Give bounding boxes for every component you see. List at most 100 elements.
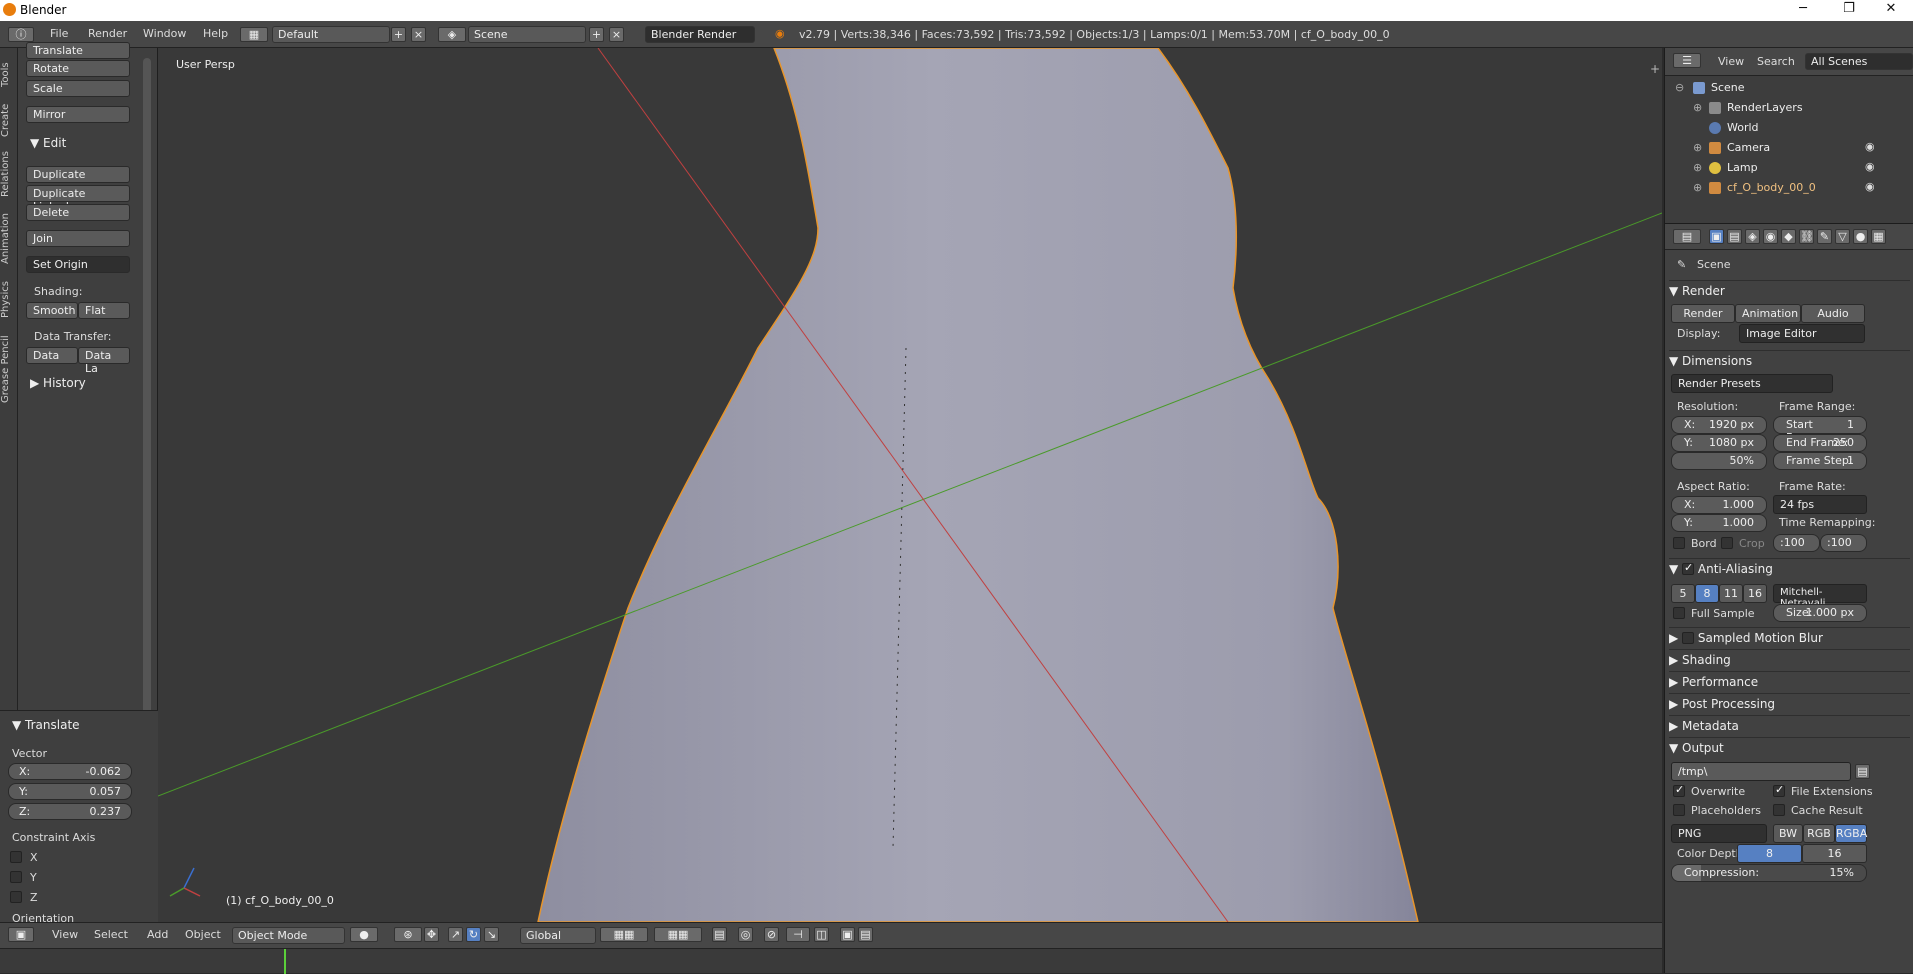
viewport-canvas[interactable] [158,48,1662,922]
display-select[interactable]: Image Editor [1739,324,1865,343]
texture-tab-icon[interactable]: ▦ [1871,229,1886,244]
minimize-button[interactable]: ─ [1780,1,1826,20]
add-region-icon[interactable]: + [1650,62,1660,76]
crop-checkbox[interactable] [1721,537,1733,549]
frame-step-field[interactable]: Frame Step: 1 [1773,452,1867,470]
motion-blur-panel-header[interactable]: ▶ Sampled Motion Blur [1669,627,1910,648]
material-tab-icon[interactable]: ● [1853,229,1868,244]
motion-blur-checkbox[interactable] [1682,632,1695,644]
remove-scene-icon[interactable]: × [609,27,624,42]
maximize-button[interactable]: ❐ [1826,1,1872,20]
frame-rate-select[interactable]: 24 fps [1773,495,1867,514]
rotate-manipulator-icon[interactable]: ↻ [466,927,481,942]
time-remap-new-field[interactable]: :100 [1820,534,1867,552]
overwrite-checkbox[interactable] [1673,783,1685,797]
post-processing-panel-header[interactable]: ▶ Post Processing [1669,693,1910,714]
vector-z-field[interactable]: Z: 0.237 [8,803,132,820]
outliner-row-camera[interactable]: ⊕ Camera ◉ [1665,139,1913,158]
delete-button[interactable]: Delete [26,204,130,221]
output-path-field[interactable]: /tmp\ [1671,762,1851,781]
render-still-icon[interactable]: ▣ [840,927,855,942]
aa-11-button[interactable]: 11 [1719,584,1743,603]
pivot-point-icon[interactable]: ⊛ [394,927,422,942]
outliner-display-select[interactable]: All Scenes [1805,53,1913,70]
vector-x-field[interactable]: X: -0.062 [8,763,132,780]
outliner-row-renderlayers[interactable]: ⊕ RenderLayers [1665,99,1913,118]
constraint-y-checkbox[interactable] [10,871,22,883]
shading-panel-header[interactable]: ▶ Shading [1669,649,1910,670]
metadata-panel-header[interactable]: ▶ Metadata [1669,715,1910,736]
layers-a-icon[interactable]: ▦▦ [600,927,648,942]
render-engine-select[interactable]: Blender Render [645,26,755,43]
properties-editor-type-icon[interactable]: ▤ [1673,229,1701,244]
browse-folder-icon[interactable]: ▤ [1855,764,1870,779]
aa-filter-select[interactable]: Mitchell-Netravali [1773,584,1867,609]
3d-viewport[interactable]: User Persp (1) cf_O_body_00_0 + [158,48,1662,922]
remove-layout-icon[interactable]: × [411,27,426,42]
menu-file[interactable]: File [50,27,68,40]
operator-header[interactable]: ▼ Translate [12,718,80,732]
snap-element-icon[interactable]: ⊣ [786,927,810,942]
lock-layers-icon[interactable]: ▤ [712,927,727,942]
snap-target-icon[interactable]: ◫ [814,927,829,942]
data-layout-button[interactable]: Data La [78,347,130,375]
flat-button[interactable]: Flat [78,302,130,319]
tab-tools[interactable]: Tools [0,54,18,96]
transform-orientation-select[interactable]: Global [520,927,596,944]
history-panel-header[interactable]: ▶ History [30,376,86,390]
duplicate-button[interactable]: Duplicate [26,166,130,183]
outliner-row-body[interactable]: ⊕ cf_O_body_00_0 ◉ [1665,179,1913,198]
aspect-y-field[interactable]: Y: 1.000 [1671,514,1767,532]
join-button[interactable]: Join [26,230,130,247]
menu-select[interactable]: Select [94,928,128,941]
color-depth-8-button[interactable]: 8 [1737,844,1802,863]
edit-panel-header[interactable]: ▼ Edit [30,136,66,150]
smooth-button[interactable]: Smooth [26,302,78,319]
outliner-row-world[interactable]: World [1665,119,1913,138]
anti-aliasing-panel-header[interactable]: ▼ Anti-Aliasing [1669,558,1910,579]
render-layers-tab-icon[interactable]: ▤ [1727,229,1742,244]
aa-5-button[interactable]: 5 [1671,584,1695,603]
bw-button[interactable]: BW [1773,824,1803,843]
audio-button[interactable]: Audio [1801,304,1865,323]
cache-result-checkbox[interactable] [1773,804,1785,816]
color-depth-16-button[interactable]: 16 [1802,844,1867,863]
scene-field[interactable]: Scene [468,26,586,43]
object-tab-icon[interactable]: ◆ [1781,229,1796,244]
tab-create[interactable]: Create [0,100,18,140]
aa-16-button[interactable]: 16 [1743,584,1767,603]
menu-render[interactable]: Render [88,27,127,40]
placeholders-checkbox[interactable] [1673,804,1685,816]
timeline[interactable] [0,948,1662,974]
scale-manipulator-icon[interactable]: ↘ [484,927,499,942]
data-tab-icon[interactable]: ▽ [1835,229,1850,244]
rgba-button[interactable]: RGBA [1835,824,1867,843]
animation-button[interactable]: Animation [1735,304,1801,323]
outliner-row-lamp[interactable]: ⊕ Lamp ◉ [1665,159,1913,178]
rotate-button[interactable]: Rotate [26,60,130,77]
compression-slider[interactable]: Compression: 15% [1671,864,1867,882]
menu-add[interactable]: Add [147,928,168,941]
outliner-view-menu[interactable]: View [1718,55,1744,68]
proportional-edit-icon[interactable]: ◎ [738,927,753,942]
mirror-button[interactable]: Mirror [26,106,130,123]
editor-type-icon[interactable]: ⓘ [8,27,34,42]
layout-icon[interactable]: ▦ [240,27,268,42]
snap-toggle-icon[interactable]: ⊘ [764,927,779,942]
render-button[interactable]: Render [1671,304,1735,323]
start-frame-field[interactable]: Start Frame:1 [1773,416,1867,444]
outliner-editor-type-icon[interactable]: ☰ [1673,53,1701,68]
border-checkbox[interactable] [1673,537,1685,549]
pin-icon[interactable]: ✎ [1677,258,1686,271]
filter-size-field[interactable]: Size: 1.000 px [1773,604,1867,622]
modifiers-tab-icon[interactable]: ✎ [1817,229,1832,244]
dimensions-panel-header[interactable]: ▼ Dimensions [1669,350,1910,371]
constraints-tab-icon[interactable]: ⛓ [1799,229,1814,244]
duplicate-linked-button[interactable]: Duplicate Linked [26,185,130,213]
resolution-percent-field[interactable]: 50% [1671,452,1767,470]
object-mode-select[interactable]: Object Mode [232,927,345,944]
render-panel-header[interactable]: ▼ Render [1669,280,1910,301]
scene-icon[interactable]: ◈ [438,27,466,42]
output-panel-header[interactable]: ▼ Output [1669,737,1910,758]
manipulator-toggle-icon[interactable]: ✥ [424,927,439,942]
